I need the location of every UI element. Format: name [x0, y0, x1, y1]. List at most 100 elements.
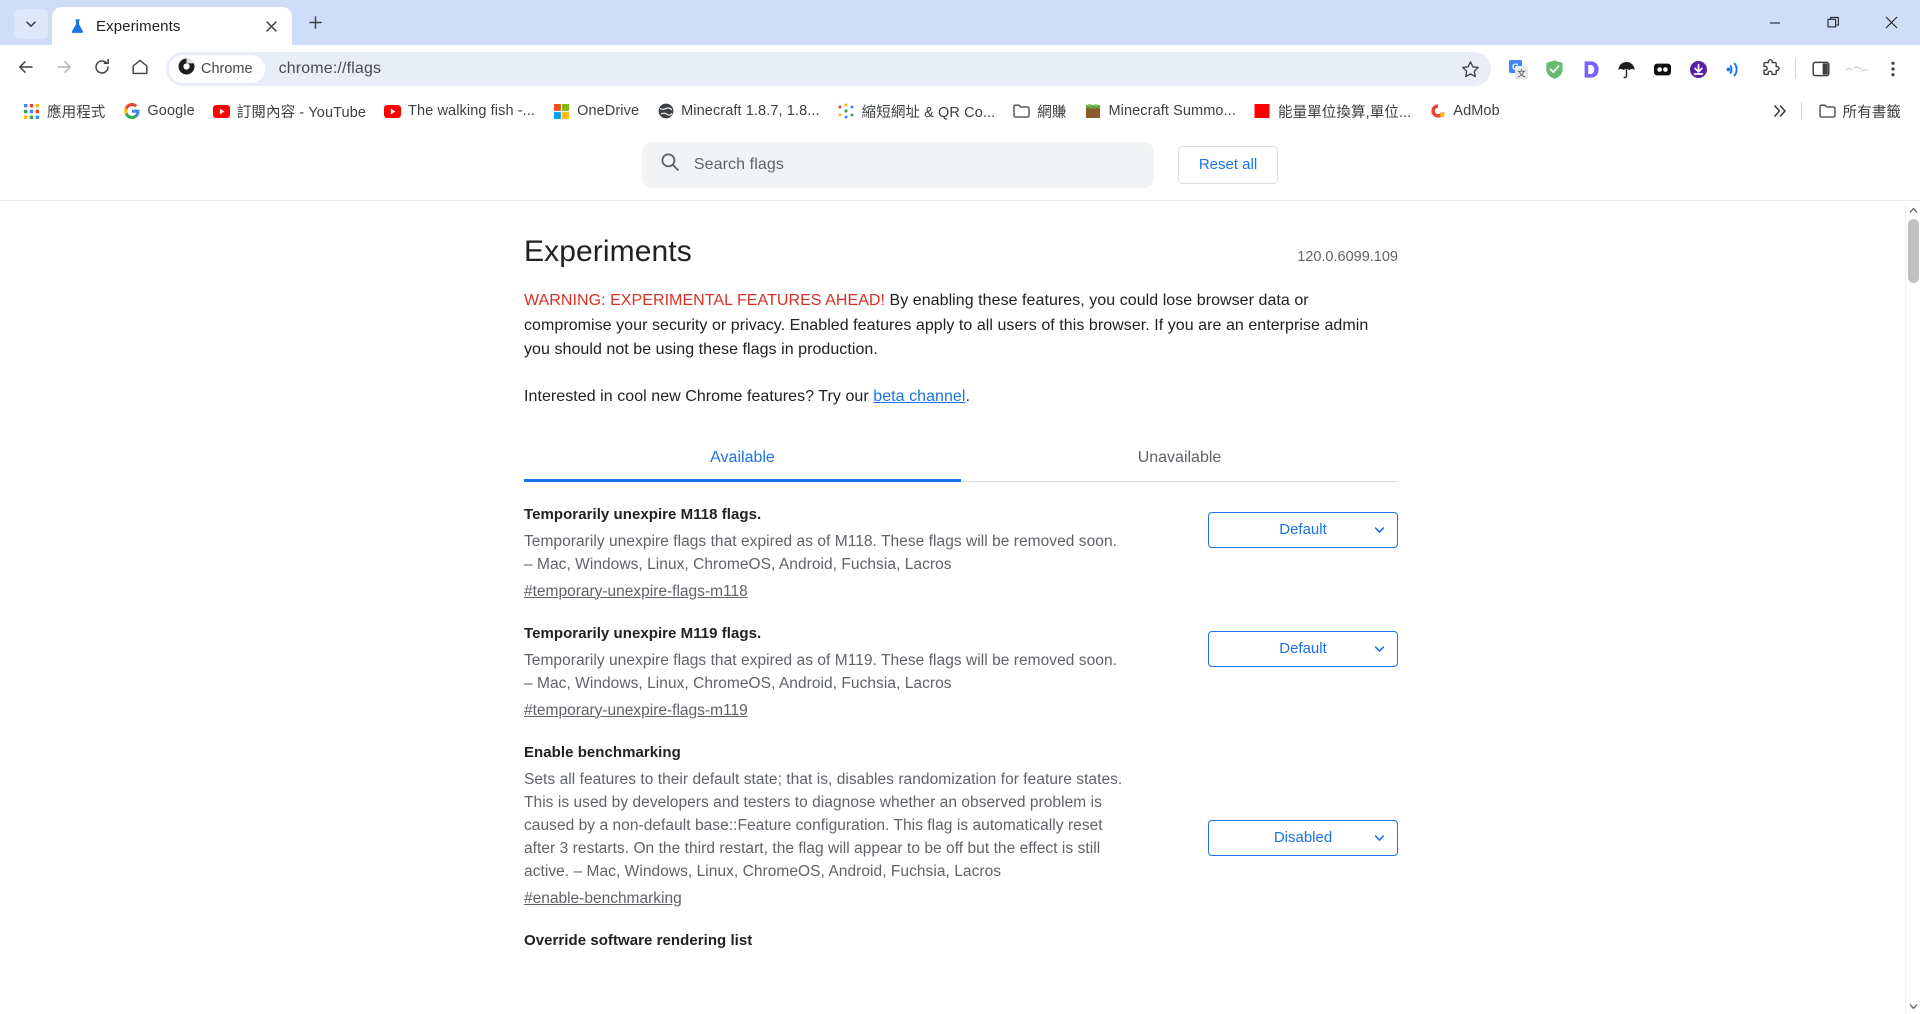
- chevron-double-right-icon[interactable]: [1767, 98, 1793, 124]
- close-icon[interactable]: [260, 15, 282, 37]
- flag-entry: Override software rendering list: [524, 908, 1398, 949]
- bookmark-item-energy-converter[interactable]: 能量單位換算,單位...: [1245, 97, 1420, 126]
- beta-prefix-text: Interested in cool new Chrome features? …: [524, 387, 874, 405]
- puzzle-extensions-icon[interactable]: [1753, 52, 1787, 86]
- browser-tab[interactable]: Experiments: [52, 7, 292, 45]
- minecraft-grass-icon: [1084, 103, 1101, 120]
- youtube-icon: [384, 103, 402, 120]
- page-title: Experiments: [524, 235, 692, 268]
- profile-avatar-icon[interactable]: [1840, 52, 1874, 86]
- search-flags-input[interactable]: Search flags: [641, 141, 1154, 188]
- flag-info: Temporarily unexpire M118 flags. Tempora…: [524, 506, 1188, 601]
- bookmark-item-walking-fish[interactable]: The walking fish -...: [375, 99, 544, 124]
- bookmark-label: Google: [147, 103, 195, 119]
- flag-info: Enable benchmarking Sets all features to…: [524, 744, 1188, 908]
- bookmark-item-google[interactable]: Google: [114, 99, 203, 124]
- scroll-down-arrow[interactable]: [1906, 998, 1920, 1014]
- adguard-shield-icon[interactable]: [1537, 52, 1571, 86]
- flag-select-wrapper: Default: [1208, 630, 1398, 667]
- window-controls: [1746, 0, 1920, 45]
- all-bookmarks-button[interactable]: 所有書籤: [1810, 97, 1910, 126]
- bookmark-label: 訂閱內容 - YouTube: [236, 104, 367, 121]
- tab-search-button[interactable]: [14, 9, 48, 39]
- address-bar[interactable]: Chrome chrome://flags: [166, 52, 1491, 86]
- experimental-warning: WARNING: EXPERIMENTAL FEATURES AHEAD! By…: [524, 289, 1398, 363]
- scheme-chip-label: Chrome: [201, 61, 253, 77]
- bookmarks-overflow-area: 所有書籤: [1767, 97, 1910, 126]
- flag-permalink[interactable]: #temporary-unexpire-flags-m119: [524, 702, 748, 720]
- cast-icon[interactable]: [1717, 52, 1751, 86]
- flask-icon: [68, 17, 86, 35]
- dashlane-icon[interactable]: [1573, 52, 1607, 86]
- reset-all-button[interactable]: Reset all: [1177, 145, 1279, 184]
- three-dot-menu-icon[interactable]: [1876, 52, 1910, 86]
- flag-entry: Temporarily unexpire M118 flags. Tempora…: [524, 482, 1398, 601]
- tab-unavailable[interactable]: Unavailable: [961, 439, 1398, 481]
- flag-title: Temporarily unexpire M119 flags.: [524, 624, 762, 642]
- flag-description: Temporarily unexpire flags that expired …: [524, 532, 1117, 573]
- beta-channel-link[interactable]: beta channel: [873, 388, 965, 405]
- google-translate-icon[interactable]: G 文: [1501, 52, 1535, 86]
- bookmarks-bar: 應用程式 Google 訂閱內容 - YouTube The walking f…: [0, 93, 1920, 129]
- side-panel-icon[interactable]: [1804, 52, 1838, 86]
- bookmark-star-icon[interactable]: [1455, 54, 1485, 84]
- browser-toolbar: Chrome chrome://flags G 文: [0, 45, 1920, 93]
- bookmark-item-minecraft-versions[interactable]: Minecraft 1.8.7, 1.8...: [648, 99, 829, 124]
- flag-state-value: Default: [1279, 640, 1327, 657]
- flag-info: Temporarily unexpire M119 flags. Tempora…: [524, 625, 1188, 720]
- close-window-button[interactable]: [1862, 0, 1920, 45]
- flag-state-select[interactable]: Default: [1208, 630, 1398, 667]
- flags-scroll-area: Experiments 120.0.6099.109 WARNING: EXPE…: [0, 201, 1920, 1013]
- download-icon[interactable]: [1681, 52, 1715, 86]
- url-text[interactable]: chrome://flags: [279, 60, 1455, 78]
- bookmark-label: 能量單位換算,單位...: [1277, 104, 1412, 121]
- scroll-up-arrow[interactable]: [1906, 202, 1920, 218]
- flags-tabs: Available Unavailable: [524, 439, 1398, 482]
- google-g-icon: [123, 103, 140, 120]
- bookmark-item-onedrive[interactable]: OneDrive: [544, 99, 648, 124]
- youtube-icon: [212, 103, 230, 120]
- flag-state-select[interactable]: Default: [1208, 511, 1398, 548]
- beta-channel-line: Interested in cool new Chrome features? …: [524, 388, 1398, 406]
- chrome-scheme-chip[interactable]: Chrome: [169, 55, 265, 83]
- arrow-right-icon: [54, 57, 74, 82]
- back-button[interactable]: [8, 51, 44, 87]
- maximize-restore-button[interactable]: [1804, 0, 1862, 45]
- flag-select-wrapper: Disabled: [1208, 819, 1398, 856]
- minimize-button[interactable]: [1746, 0, 1804, 45]
- vertical-scrollbar[interactable]: [1905, 202, 1920, 1014]
- home-button[interactable]: [122, 51, 158, 87]
- apps-grid-icon: [23, 103, 40, 120]
- bookmark-label: 網賺: [1037, 104, 1067, 121]
- forward-button[interactable]: [46, 51, 82, 87]
- bookmark-item-minecraft-summon[interactable]: Minecraft Summo...: [1075, 99, 1245, 124]
- bookmark-label: Minecraft Summo...: [1108, 103, 1236, 119]
- chevron-down-icon: [1373, 831, 1386, 844]
- tab-title: Experiments: [96, 17, 181, 35]
- scrollbar-thumb[interactable]: [1908, 219, 1919, 283]
- bookmark-item-apps[interactable]: 應用程式: [14, 97, 114, 126]
- bookmark-item-youtube-subscriptions[interactable]: 訂閱內容 - YouTube: [204, 97, 375, 126]
- bookmark-label: 縮短網址 & QR Co...: [861, 104, 996, 121]
- tab-strip: Experiments: [0, 0, 1920, 45]
- new-tab-button[interactable]: [298, 8, 332, 42]
- flag-title: Override software rendering list: [524, 931, 753, 949]
- bookmark-folder-earn[interactable]: 網賺: [1004, 97, 1075, 126]
- tab-available[interactable]: Available: [524, 439, 961, 482]
- flag-permalink[interactable]: #enable-benchmarking: [524, 890, 682, 908]
- flag-entry: Enable benchmarking Sets all features to…: [524, 720, 1398, 908]
- bookmark-item-admob[interactable]: AdMob: [1420, 99, 1508, 124]
- flag-state-select[interactable]: Disabled: [1208, 819, 1398, 856]
- search-placeholder-text: Search flags: [693, 155, 784, 173]
- umbrella-icon[interactable]: [1609, 52, 1643, 86]
- reload-button[interactable]: [84, 51, 120, 87]
- flag-select-wrapper: Default: [1208, 511, 1398, 548]
- svg-text:文: 文: [1517, 68, 1526, 78]
- chevron-down-icon: [24, 17, 38, 31]
- onedrive-icon: [553, 103, 570, 120]
- bookmark-item-url-shortener[interactable]: 縮短網址 & QR Co...: [829, 97, 1005, 126]
- flag-permalink[interactable]: #temporary-unexpire-flags-m118: [524, 583, 748, 601]
- black-pill-icon[interactable]: [1645, 52, 1679, 86]
- bookmark-label: The walking fish -...: [408, 103, 536, 119]
- home-icon: [130, 57, 150, 82]
